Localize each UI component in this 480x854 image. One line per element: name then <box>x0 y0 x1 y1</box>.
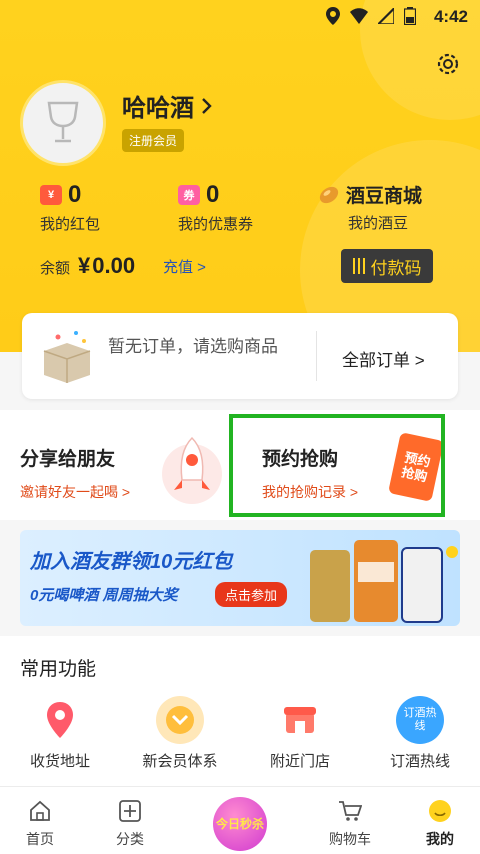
status-time: 4:42 <box>433 7 468 26</box>
hotline-icon: 订酒热线 <box>396 696 444 744</box>
banner-subtitle: 0元喝啤酒 周周抽大奖 <box>30 587 178 604</box>
cart-icon <box>339 801 362 821</box>
highlight-box <box>229 414 445 517</box>
settings-gear-icon[interactable] <box>434 50 462 78</box>
category-icon <box>119 800 141 822</box>
wine-glass-icon <box>47 101 79 143</box>
membership-function[interactable]: 新会员体系 <box>120 696 240 771</box>
signal-icon <box>378 8 394 24</box>
battery-icon <box>404 7 416 25</box>
barcode-icon <box>352 258 365 274</box>
username[interactable]: 哈哈酒 <box>122 88 214 123</box>
hotline-function[interactable]: 订酒热线 订酒热线 <box>360 696 480 771</box>
recharge-link[interactable]: 充值 > <box>163 256 206 277</box>
mine-icon <box>429 800 451 822</box>
balance-label: 余额 <box>40 260 71 277</box>
address-function[interactable]: 收货地址 <box>0 696 120 771</box>
coupon-icon: 券 <box>178 185 200 205</box>
location-status-icon <box>326 7 340 25</box>
coupon-label: 我的优惠券 <box>178 216 254 233</box>
tab-home[interactable]: 首页 <box>0 787 80 854</box>
status-bar: 4:42 <box>0 0 480 34</box>
bean-mall-title: 酒豆商城 <box>346 186 423 207</box>
member-badge: 注册会员 <box>122 129 185 152</box>
balance: 余额 ¥ 0.00 <box>40 253 135 279</box>
empty-order-text: 暂无订单，请选购商品 <box>108 337 278 356</box>
avatar[interactable] <box>20 80 106 166</box>
profile-header <box>0 0 480 352</box>
share-subtitle: 邀请好友一起喝 > <box>20 484 131 500</box>
red-packet-icon: ¥ <box>40 185 62 205</box>
beer-cans-icon <box>310 540 458 623</box>
bean-mall-stat[interactable]: 酒豆商城 我的酒豆 <box>318 181 422 233</box>
status-icons <box>326 7 416 25</box>
tab-cart-label: 购物车 <box>329 831 371 847</box>
banner-join-button[interactable]: 点击参加 <box>215 582 288 607</box>
common-functions: 常用功能 收货地址 新会员体系 附近门店 订酒热线 订酒热线 <box>0 636 480 786</box>
tab-cart[interactable]: 购物车 <box>310 787 390 854</box>
tab-flash-sale[interactable]: 今日秒杀 <box>213 797 267 851</box>
store-icon <box>276 696 324 744</box>
paycode-button[interactable]: 付款码 <box>341 249 433 283</box>
wifi-icon <box>350 8 368 24</box>
share-title: 分享给朋友 <box>20 449 116 470</box>
balance-amount: 0.00 <box>92 253 136 278</box>
all-orders-link[interactable]: 全部订单 > <box>342 346 425 371</box>
order-card: 暂无订单，请选购商品 全部订单 > <box>22 313 458 399</box>
balance-currency: ¥ <box>78 253 91 278</box>
membership-label: 新会员体系 <box>142 753 218 770</box>
coupon-stat[interactable]: 券 0 我的优惠券 <box>178 181 253 234</box>
bean-icon <box>319 186 339 203</box>
username-text: 哈哈酒 <box>122 95 194 122</box>
wechat-group-banner[interactable]: 加入酒友群领10元红包 0元喝啤酒 周周抽大奖 点击参加 <box>20 530 460 626</box>
nearby-stores-function[interactable]: 附近门店 <box>240 696 360 771</box>
address-label: 收货地址 <box>29 753 90 770</box>
tab-category[interactable]: 分类 <box>90 787 170 854</box>
common-title: 常用功能 <box>20 659 97 680</box>
paycode-label: 付款码 <box>370 258 422 278</box>
tab-mine[interactable]: 我的 <box>400 787 480 854</box>
tab-category-label: 分类 <box>116 831 144 847</box>
nearby-stores-label: 附近门店 <box>269 753 330 770</box>
tab-home-label: 首页 <box>26 831 54 847</box>
bean-mall-label: 我的酒豆 <box>348 215 409 232</box>
rocket-icon <box>162 436 222 504</box>
order-divider <box>316 331 317 381</box>
banner-title: 加入酒友群领10元红包 <box>30 551 233 573</box>
empty-box-icon <box>43 331 91 383</box>
tab-mine-label: 我的 <box>426 831 454 847</box>
home-icon <box>30 800 50 821</box>
coupon-count: 0 <box>206 181 220 208</box>
red-packet-count: 0 <box>68 181 82 208</box>
red-packet-stat[interactable]: ¥ 0 我的红包 <box>40 181 100 234</box>
location-pin-icon <box>36 696 84 744</box>
red-packet-label: 我的红包 <box>40 216 101 233</box>
chevron-right-icon <box>202 97 212 114</box>
hotline-label: 订酒热线 <box>389 753 450 770</box>
member-chevron-icon <box>156 696 204 744</box>
